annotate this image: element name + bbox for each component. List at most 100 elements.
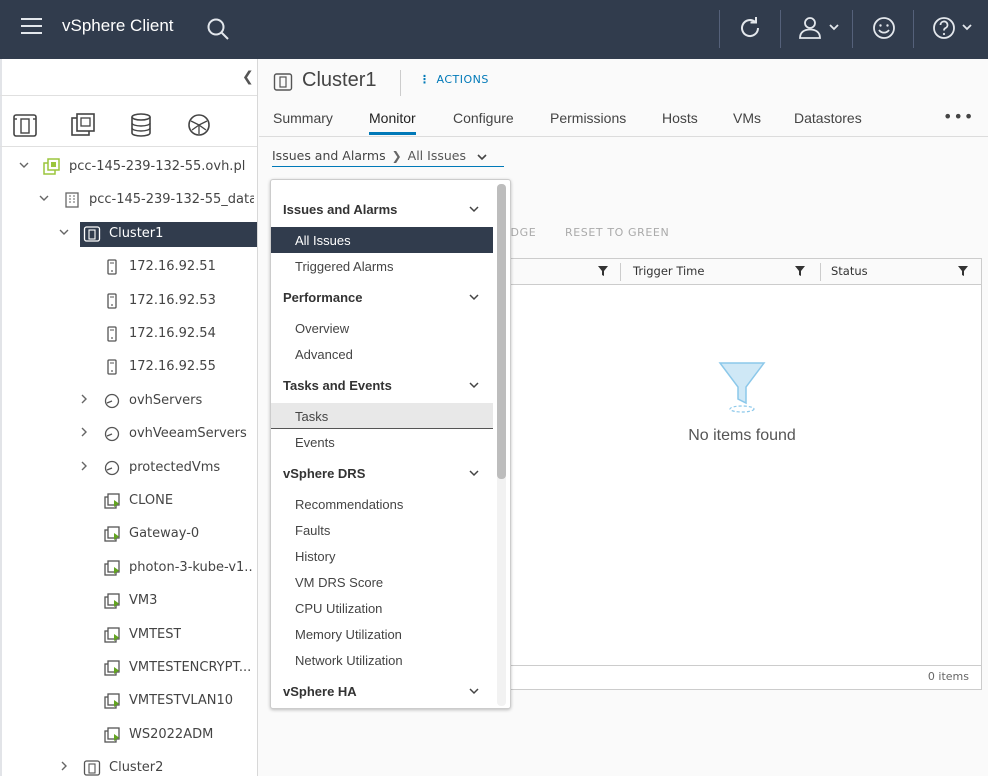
- dropdown-group-header[interactable]: vSphere HA: [271, 678, 493, 704]
- tree-node[interactable]: 172.16.92.54: [0, 322, 257, 347]
- dropdown-group-label: Issues and Alarms: [283, 202, 398, 217]
- host-icon: [103, 325, 121, 343]
- refresh-icon[interactable]: [737, 15, 763, 41]
- tree-node[interactable]: VMTESTVLAN10: [0, 689, 257, 714]
- tab-hosts[interactable]: Hosts: [662, 110, 698, 132]
- dropdown-item[interactable]: Memory Utilization: [271, 621, 493, 647]
- chevron-right-icon[interactable]: [78, 393, 90, 405]
- tree-node[interactable]: Gateway-0: [0, 522, 257, 547]
- tree-node[interactable]: VMTEST: [0, 623, 257, 648]
- feedback-smiley-icon[interactable]: [871, 15, 897, 41]
- filter-icon[interactable]: [598, 266, 608, 276]
- user-icon[interactable]: [798, 15, 844, 41]
- tree-node-label: Cluster2: [109, 760, 164, 775]
- tree-node[interactable]: pcc-145-239-132-55_data...: [0, 188, 257, 213]
- filter-icon[interactable]: [795, 266, 805, 276]
- tree-node[interactable]: Cluster1: [59, 222, 257, 247]
- tree-node[interactable]: ovhVeeamServers: [0, 422, 257, 447]
- tree-node[interactable]: VMTESTENCRYPT...: [0, 656, 257, 681]
- reset-to-green-button[interactable]: RESET TO GREEN: [565, 226, 669, 239]
- tab-monitor[interactable]: Monitor: [369, 110, 416, 135]
- tree-node-label: CLONE: [129, 493, 174, 508]
- dropdown-item[interactable]: Network Utilization: [271, 647, 493, 673]
- dropdown-group-header[interactable]: Tasks and Events: [271, 372, 493, 398]
- help-icon[interactable]: [931, 15, 977, 41]
- dropdown-group-header[interactable]: Issues and Alarms: [271, 196, 493, 222]
- dropdown-item[interactable]: Recommendations: [271, 491, 493, 517]
- chevron-right-icon[interactable]: [78, 460, 90, 472]
- chevron-down-icon[interactable]: [468, 379, 480, 391]
- search-icon[interactable]: [206, 17, 230, 41]
- title-separator: [400, 70, 401, 96]
- chevron-right-icon[interactable]: [58, 760, 70, 772]
- vm-icon: [103, 626, 121, 644]
- dropdown-item[interactable]: Overview: [271, 315, 493, 341]
- tree-node[interactable]: protectedVms: [0, 456, 257, 481]
- filter-icon[interactable]: [958, 266, 968, 276]
- tab-summary[interactable]: Summary: [273, 110, 333, 132]
- dropdown-item[interactable]: Faults: [271, 517, 493, 543]
- dropdown-item[interactable]: Triggered Alarms: [271, 253, 493, 279]
- chevron-down-icon[interactable]: [58, 226, 70, 238]
- resource-pool-icon: [103, 459, 121, 477]
- chevron-down-icon[interactable]: [468, 685, 480, 697]
- chevron-down-icon[interactable]: [38, 192, 50, 204]
- dropdown-item[interactable]: VM DRS Score: [271, 569, 493, 595]
- tab-vms[interactable]: VMs: [733, 110, 761, 132]
- more-tabs-icon[interactable]: •••: [943, 107, 974, 126]
- chevron-right-icon[interactable]: [78, 426, 90, 438]
- dropdown-group-label: vSphere DRS: [283, 466, 366, 481]
- item-count: 0 items: [927, 670, 969, 683]
- dropdown-group-header[interactable]: Performance: [271, 284, 493, 310]
- storage-tab-icon[interactable]: [127, 111, 155, 139]
- tree-node[interactable]: photon-3-kube-v1....: [0, 556, 257, 581]
- chevron-down-icon[interactable]: [476, 152, 488, 162]
- dropdown-group-label: vSphere HA: [283, 684, 357, 699]
- hosts-clusters-tab-icon[interactable]: [11, 111, 39, 139]
- dropdown-item[interactable]: CPU Utilization: [271, 595, 493, 621]
- tab-permissions[interactable]: Permissions: [550, 110, 626, 132]
- app-title[interactable]: vSphere Client: [62, 16, 174, 36]
- tree-node[interactable]: Cluster2: [0, 756, 257, 776]
- dropdown-item[interactable]: History: [271, 543, 493, 569]
- tree-node[interactable]: 172.16.92.55: [0, 355, 257, 380]
- dropdown-item[interactable]: Advanced: [271, 341, 493, 367]
- tree-node[interactable]: VM3: [0, 589, 257, 614]
- dropdown-item[interactable]: Events: [271, 429, 493, 455]
- dropdown-item[interactable]: All Issues: [271, 227, 493, 253]
- chevron-down-icon[interactable]: [468, 291, 480, 303]
- monitor-view-dropdown: Issues and Alarms All Issues Triggered Ala…: [270, 179, 511, 709]
- tree-node-label: VMTEST: [129, 627, 182, 642]
- tree-node[interactable]: 172.16.92.51: [0, 255, 257, 280]
- header-separator: [913, 10, 914, 48]
- dropdown-item-label: Memory Utilization: [295, 627, 402, 642]
- menu-icon[interactable]: [21, 18, 42, 36]
- tree-node[interactable]: ovhServers: [0, 389, 257, 414]
- column-header-trigger-time[interactable]: Trigger Time: [633, 264, 704, 278]
- collapse-panel-icon[interactable]: ❮: [242, 69, 254, 85]
- breadcrumb-section[interactable]: Issues and Alarms: [272, 148, 386, 163]
- scrollbar-thumb[interactable]: [497, 184, 506, 479]
- actions-button[interactable]: ⋮ ACTIONS: [419, 73, 489, 86]
- vms-templates-tab-icon[interactable]: [69, 111, 97, 139]
- breadcrumb[interactable]: Issues and Alarms ❯ All Issues: [272, 148, 504, 167]
- tab-datastores[interactable]: Datastores: [794, 110, 862, 132]
- dropdown-item[interactable]: Tasks: [271, 403, 493, 429]
- tree-node[interactable]: CLONE: [0, 489, 257, 514]
- networking-tab-icon[interactable]: [185, 111, 213, 139]
- dropdown-item-label: Tasks: [295, 409, 329, 424]
- tab-configure[interactable]: Configure: [453, 110, 514, 132]
- tree-node-label: WS2022ADM: [129, 727, 214, 742]
- tree-node[interactable]: WS2022ADM: [0, 723, 257, 748]
- chevron-down-icon[interactable]: [468, 467, 480, 479]
- dropdown-group-header[interactable]: vSphere DRS: [271, 460, 493, 486]
- column-header-status[interactable]: Status: [831, 264, 868, 278]
- chevron-down-icon[interactable]: [18, 159, 30, 171]
- breadcrumb-current[interactable]: All Issues: [408, 148, 466, 163]
- chevron-down-icon[interactable]: [468, 203, 480, 215]
- tree-node[interactable]: pcc-145-239-132-55.ovh.pl: [0, 155, 257, 180]
- dropdown-scrollbar[interactable]: [497, 184, 506, 706]
- dropdown-item-label: Network Utilization: [295, 653, 403, 668]
- dropdown-group-label: Tasks and Events: [283, 378, 392, 393]
- tree-node[interactable]: 172.16.92.53: [0, 289, 257, 314]
